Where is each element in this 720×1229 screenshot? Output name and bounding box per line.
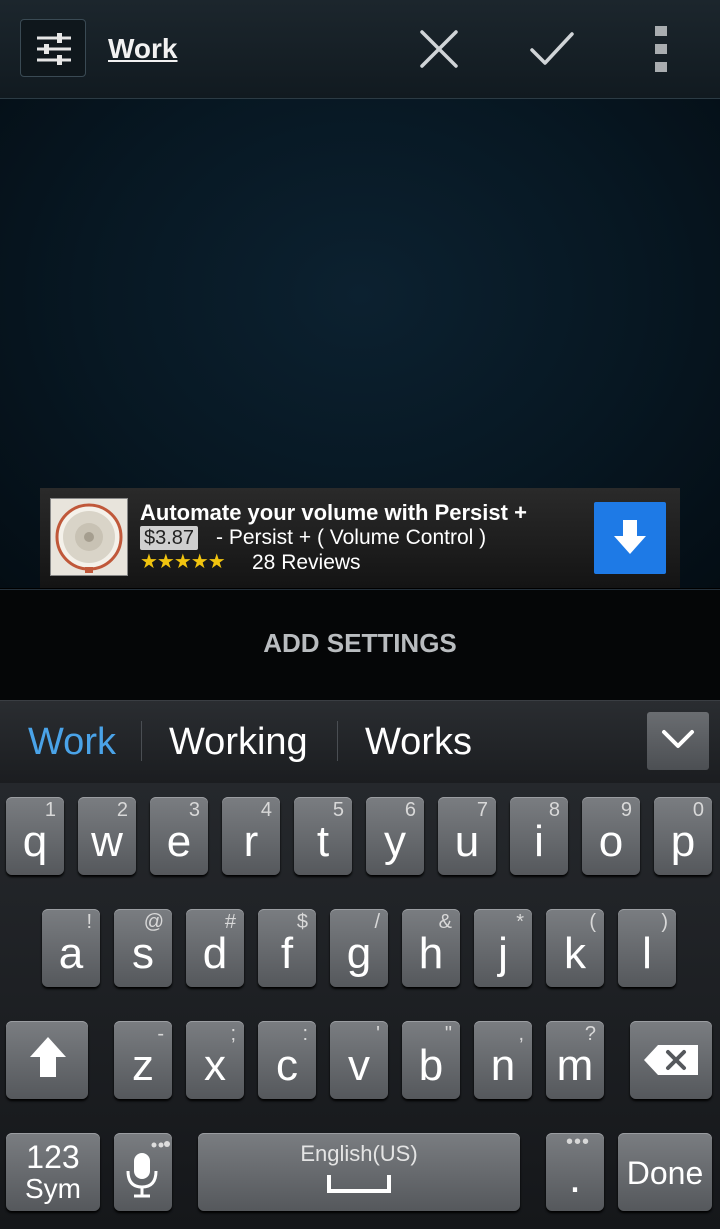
divider <box>337 721 338 761</box>
key-b[interactable]: " b <box>402 1021 460 1099</box>
chevron-down-icon <box>662 730 694 748</box>
key-n[interactable]: ,n <box>474 1021 532 1099</box>
key-s[interactable]: @ s <box>114 909 172 987</box>
key-p[interactable]: 0p <box>654 797 712 875</box>
app-icon <box>50 498 128 576</box>
add-settings-area[interactable]: ADD SETTINGS <box>0 589 720 700</box>
collapse-suggestions-button[interactable] <box>647 712 709 770</box>
key-k[interactable]: (k <box>546 909 604 987</box>
key-c[interactable]: :c <box>258 1021 316 1099</box>
key-g[interactable]: / g <box>330 909 388 987</box>
suggestion-item[interactable]: Working <box>169 721 308 764</box>
key-i[interactable]: 8i <box>510 797 568 875</box>
backspace-icon <box>644 1045 698 1075</box>
add-settings-button[interactable]: ADD SETTINGS <box>0 628 720 659</box>
key-r[interactable]: 4r <box>222 797 280 875</box>
settings-button[interactable] <box>20 19 86 77</box>
backspace-key[interactable] <box>630 1021 712 1099</box>
space-key[interactable]: English(US) <box>198 1133 520 1211</box>
download-arrow-icon <box>614 520 646 554</box>
key-l[interactable]: ) l <box>618 909 676 987</box>
ad-title: Automate your volume with Persist + <box>140 500 527 525</box>
key-z[interactable]: -z <box>114 1021 172 1099</box>
key-e[interactable]: 3e <box>150 797 208 875</box>
shift-arrow-icon <box>30 1037 66 1077</box>
star-rating: ★★★★★ <box>140 551 226 573</box>
page-title[interactable]: Work <box>108 33 178 65</box>
suggestion-item[interactable]: Work <box>28 721 116 764</box>
key-a[interactable]: ! a <box>42 909 100 987</box>
key-f[interactable]: $ f <box>258 909 316 987</box>
review-count: 28 Reviews <box>252 551 361 574</box>
action-bar: Work <box>0 0 720 99</box>
key-v[interactable]: ' v <box>330 1021 388 1099</box>
download-button[interactable] <box>594 502 666 574</box>
ad-banner[interactable]: Automate your volume with Persist + $3.8… <box>40 488 680 588</box>
key-x[interactable]: ; x <box>186 1021 244 1099</box>
period-key[interactable]: ••• . <box>546 1131 604 1211</box>
key-q[interactable]: 1q <box>6 797 64 875</box>
key-u[interactable]: 7u <box>438 797 496 875</box>
ad-subtitle: - Persist + ( Volume Control ) <box>216 526 487 549</box>
keyboard: 1q 2w 3e 4r 5t 6y 7u 8i 9o 0p ! a @ s # d $… <box>0 783 720 1229</box>
close-icon[interactable] <box>418 28 460 70</box>
overflow-menu-icon[interactable] <box>655 26 669 72</box>
voice-input-key[interactable] <box>114 1133 172 1211</box>
key-o[interactable]: 9o <box>582 797 640 875</box>
key-t[interactable]: 5t <box>294 797 352 875</box>
key-y[interactable]: 6y <box>366 797 424 875</box>
key-m[interactable]: ? m <box>546 1021 604 1099</box>
done-key[interactable]: Done <box>618 1133 712 1211</box>
key-d[interactable]: # d <box>186 909 244 987</box>
microphone-icon <box>126 1141 170 1198</box>
key-j[interactable]: * j <box>474 909 532 987</box>
spacebar-icon <box>327 1175 391 1193</box>
check-icon[interactable] <box>528 30 576 68</box>
symbols-key[interactable]: 123 Sym <box>6 1133 100 1211</box>
suggestion-item[interactable]: Works <box>365 721 472 764</box>
ad-price: $3.87 <box>140 526 199 550</box>
divider <box>141 721 142 761</box>
suggestion-bar: Work Working Works <box>0 700 720 783</box>
key-w[interactable]: 2w <box>78 797 136 875</box>
shift-key[interactable] <box>6 1021 88 1099</box>
sliders-icon <box>37 33 71 65</box>
key-h[interactable]: & h <box>402 909 460 987</box>
